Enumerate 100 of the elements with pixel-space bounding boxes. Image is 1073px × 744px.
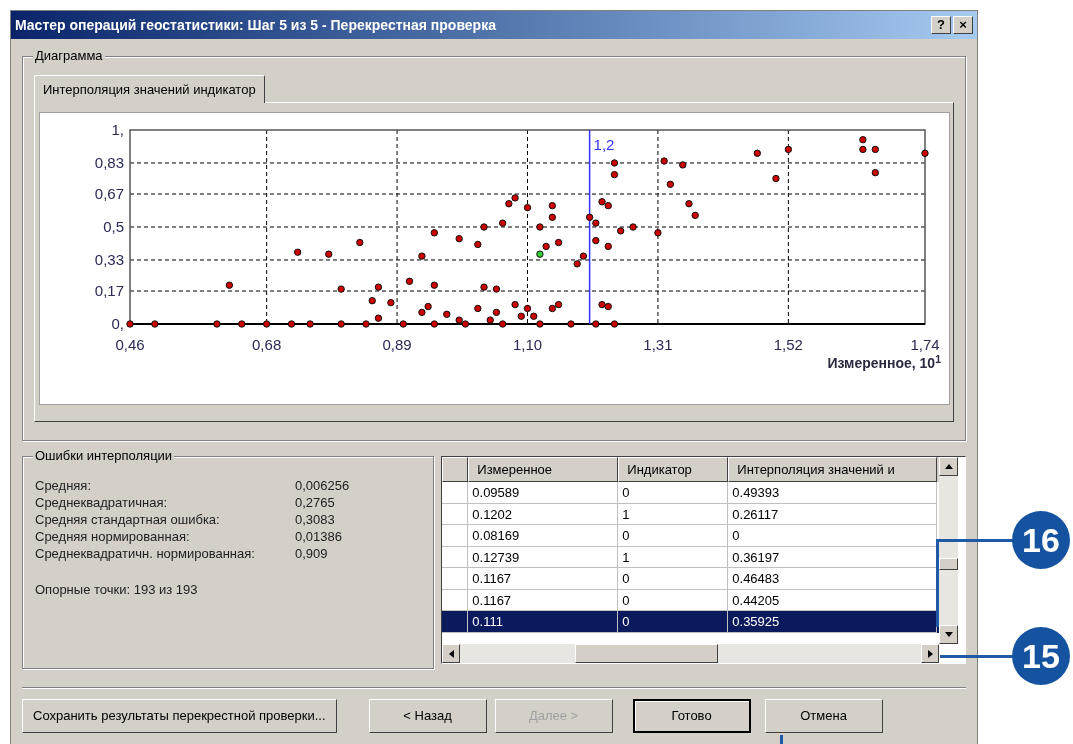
scroll-thumb[interactable] <box>575 644 719 663</box>
y-tick-label: 0,67 <box>94 185 124 202</box>
data-point <box>592 236 600 245</box>
data-point <box>871 169 879 177</box>
x-tick-label: 1,10 <box>512 336 543 353</box>
scroll-thumb[interactable] <box>939 558 959 570</box>
help-button[interactable]: ? <box>931 16 951 34</box>
dialog-button[interactable]: < Назад <box>368 699 487 733</box>
data-point <box>548 304 557 313</box>
stat-label: Средняя нормированная: <box>35 528 191 545</box>
horizontal-scrollbar[interactable] <box>442 644 940 663</box>
data-point <box>654 229 662 237</box>
support-points-text: Опорные точки: 193 из 193 <box>35 581 199 598</box>
y-tick-label: 0, <box>111 315 124 332</box>
stat-label: Среднеквадратичная: <box>35 494 169 511</box>
x-tick-label: 1,74 <box>910 336 940 353</box>
data-point <box>374 314 383 322</box>
y-tick-label: 1, <box>111 121 124 138</box>
data-point <box>225 281 234 289</box>
table-cell: 0 <box>728 525 938 547</box>
stat-value: 0,2765 <box>295 494 335 511</box>
data-point <box>306 320 314 328</box>
data-point <box>492 285 501 293</box>
close-button[interactable]: × <box>953 16 973 34</box>
table-row[interactable]: 0.111 0 0.35925 <box>442 611 940 633</box>
data-point <box>554 300 563 309</box>
table-cell: 0 <box>618 482 729 504</box>
data-point <box>691 211 699 220</box>
data-point <box>374 283 383 291</box>
x-tick-label: 1,52 <box>773 336 803 353</box>
data-point <box>685 200 693 208</box>
data-point <box>610 159 619 167</box>
vertical-scrollbar[interactable] <box>939 457 959 644</box>
table-cell: 0.35925 <box>728 611 938 633</box>
data-point <box>523 203 532 212</box>
scroll-left-icon[interactable] <box>442 644 461 663</box>
table-cell: 0.08169 <box>468 525 619 547</box>
data-point <box>337 285 345 293</box>
data-point <box>325 250 333 258</box>
data-point <box>443 310 451 318</box>
y-tick-label: 0,83 <box>94 154 124 171</box>
dialog-button[interactable]: Отмена <box>764 699 883 733</box>
x-tick-label: 0,68 <box>252 336 282 353</box>
stat-value: 0,006256 <box>295 477 350 494</box>
data-point <box>387 298 395 307</box>
group-legend: Ошибки интерполяции <box>33 448 175 464</box>
data-point <box>480 283 488 291</box>
scroll-right-icon[interactable] <box>921 644 940 663</box>
data-point <box>474 240 482 249</box>
scroll-up-icon[interactable] <box>939 457 959 476</box>
column-header[interactable]: Индикатор <box>618 457 729 482</box>
column-header[interactable]: Измеренное <box>468 457 619 482</box>
data-point <box>368 297 376 305</box>
data-point <box>548 213 557 221</box>
data-point <box>921 149 929 157</box>
data-point <box>238 320 246 328</box>
data-point <box>362 320 370 328</box>
table-cell: 0.111 <box>468 611 619 633</box>
data-point <box>871 145 879 154</box>
data-point <box>405 277 414 285</box>
data-point <box>126 320 134 328</box>
stat-value: 0,3083 <box>295 511 335 528</box>
data-point <box>430 229 439 237</box>
y-tick-label: 0,17 <box>94 282 124 299</box>
callout-badge: 15 <box>1012 627 1070 685</box>
window-title: Мастер операций геостатистики: Шаг 5 из 5 - Перекрестная проверка <box>15 15 496 35</box>
table-cell: 0.49393 <box>728 482 938 504</box>
data-point <box>430 320 439 328</box>
data-point <box>554 238 563 247</box>
table-row[interactable]: 0.1202 1 0.26117 <box>442 503 940 525</box>
table-row[interactable]: 0.08169 0 0 <box>442 525 940 547</box>
data-point <box>287 320 296 328</box>
data-point <box>536 223 544 231</box>
scroll-down-icon[interactable] <box>939 625 959 644</box>
dialog-button[interactable]: Готово <box>632 699 751 733</box>
data-point <box>151 320 159 328</box>
data-point <box>616 227 625 235</box>
x-tick-label: 0,89 <box>382 336 412 353</box>
data-point <box>548 201 557 210</box>
dialog-button[interactable]: Сохранить результаты перекрестной проверки... <box>22 699 337 733</box>
column-header[interactable]: Интерполяция значений и <box>728 457 938 482</box>
table-cell: 0 <box>618 611 729 633</box>
data-point <box>592 320 600 328</box>
data-point <box>480 223 488 231</box>
chart-tab[interactable]: Интерполяция значений индикатор <box>34 75 265 103</box>
data-point <box>498 219 507 227</box>
data-point <box>610 170 619 179</box>
group-legend: Диаграмма <box>33 48 105 64</box>
table-cell: 0 <box>618 568 729 590</box>
table-row[interactable]: 0.09589 0 0.49393 <box>442 482 940 504</box>
stat-label: Средняя: <box>35 477 93 494</box>
data-point <box>492 308 501 317</box>
data-point <box>660 157 668 165</box>
data-point <box>337 320 345 328</box>
table-cell: 0 <box>618 525 729 547</box>
data-point <box>567 320 575 328</box>
data-point <box>784 145 793 154</box>
table-cell: 0.09589 <box>468 482 619 504</box>
stat-value: 0,909 <box>295 545 328 562</box>
data-point <box>629 223 637 231</box>
